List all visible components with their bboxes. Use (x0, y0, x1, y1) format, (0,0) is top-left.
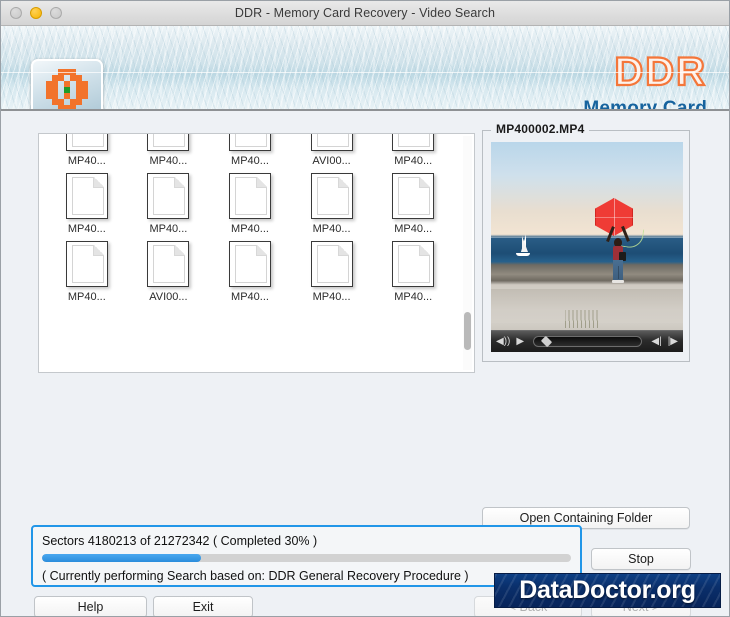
video-preview[interactable]: ◀)) ▶ ◀| |▶ (491, 142, 683, 352)
file-item-label: MP40... (231, 291, 269, 303)
logo-secondary-text: Memory Card (583, 98, 707, 111)
file-document-icon (310, 134, 353, 151)
file-document-icon (65, 134, 108, 151)
grass-tuft (565, 310, 599, 328)
file-item-label: MP40... (149, 223, 188, 235)
file-item-label: MP40... (231, 155, 269, 167)
file-document-icon (65, 241, 108, 287)
file-document-icon (228, 173, 271, 219)
file-document-icon (310, 241, 353, 287)
file-item-label: AVI00... (312, 155, 351, 167)
file-item[interactable]: MP40... (291, 241, 373, 303)
progress-bar-fill (42, 554, 201, 562)
window-title: DDR - Memory Card Recovery - Video Searc… (234, 6, 496, 20)
sectors-status-text: Sectors 4180213 of 21272342 ( Completed … (42, 534, 318, 548)
step-forward-icon[interactable]: |▶ (668, 336, 678, 347)
datadoctor-watermark: DataDoctor.org (494, 573, 721, 608)
title-bar: DDR - Memory Card Recovery - Video Searc… (1, 1, 729, 26)
preview-filename: MP400002.MP4 (491, 122, 590, 136)
file-item-label: MP40... (394, 223, 433, 235)
seek-bar[interactable] (533, 335, 643, 348)
file-item-label: MP40... (312, 291, 351, 303)
file-document-icon (147, 241, 190, 287)
file-item-label: AVI00... (149, 291, 188, 303)
brand-logo: DDR Memory Card (583, 50, 707, 111)
file-list-panel[interactable]: MP40... MP40... MP40... AVI00... MP40... MP40… (38, 133, 475, 373)
file-document-icon (228, 241, 271, 287)
main-content: MP40... MP40... MP40... AVI00... MP40... MP40… (1, 111, 729, 616)
help-button[interactable]: Help (34, 596, 147, 616)
step-back-icon[interactable]: ◀| (651, 336, 661, 347)
header-banner: DDR Memory Card (1, 26, 729, 111)
file-item[interactable]: MP40... (209, 173, 291, 235)
video-frame-image (491, 142, 683, 352)
person-figure (606, 226, 630, 284)
file-item[interactable]: MP40... (372, 134, 454, 167)
speaker-icon[interactable]: ◀)) (496, 336, 510, 347)
stop-button[interactable]: Stop (591, 548, 691, 570)
file-document-icon (147, 173, 190, 219)
preview-panel: MP400002.MP4 ◀)) ▶ ◀| |▶ (482, 122, 690, 362)
seek-handle[interactable] (540, 335, 553, 348)
file-item[interactable]: MP40... (209, 134, 291, 167)
file-item-label: MP40... (67, 291, 106, 303)
file-item[interactable]: MP40... (46, 241, 128, 303)
current-operation-text: ( Currently performing Search based on: … (42, 569, 469, 583)
sailboat (515, 234, 531, 258)
file-item-label: MP40... (231, 223, 269, 235)
file-item-label: MP40... (149, 155, 188, 167)
file-item[interactable]: AVI00... (128, 241, 210, 303)
file-document-icon (147, 134, 190, 151)
file-item[interactable]: MP40... (372, 173, 454, 235)
file-item-label: MP40... (312, 223, 351, 235)
progress-bar-track (42, 554, 571, 562)
file-item[interactable]: MP40... (46, 134, 128, 167)
file-item-label: MP40... (67, 223, 106, 235)
file-item[interactable]: MP40... (291, 173, 373, 235)
file-item[interactable]: MP40... (128, 173, 210, 235)
file-item-label: MP40... (394, 291, 433, 303)
file-item[interactable]: MP40... (209, 241, 291, 303)
logo-primary-text: DDR (613, 50, 707, 94)
exit-button[interactable]: Exit (153, 596, 253, 616)
file-document-icon (392, 173, 435, 219)
file-item-label: MP40... (394, 155, 433, 167)
app-icon (31, 59, 103, 109)
file-grid: MP40... MP40... MP40... AVI00... MP40... MP40… (39, 134, 459, 303)
file-document-icon (392, 241, 435, 287)
file-item-label: MP40... (67, 155, 106, 167)
checkerboard-flower-icon (46, 69, 88, 109)
file-list-scrollbar-thumb[interactable] (464, 312, 471, 350)
play-icon[interactable]: ▶ (516, 336, 524, 347)
application-window: DDR - Memory Card Recovery - Video Searc… (0, 0, 730, 617)
video-controls[interactable]: ◀)) ▶ ◀| |▶ (491, 330, 683, 352)
file-item[interactable]: MP40... (128, 134, 210, 167)
file-document-icon (310, 173, 353, 219)
file-item[interactable]: AVI00... (291, 134, 373, 167)
file-item[interactable]: MP40... (46, 173, 128, 235)
file-item[interactable]: MP40... (372, 241, 454, 303)
watermark-text: DataDoctor.org (519, 576, 696, 604)
file-document-icon (392, 134, 435, 151)
file-document-icon (65, 173, 108, 219)
file-document-icon (228, 134, 271, 151)
